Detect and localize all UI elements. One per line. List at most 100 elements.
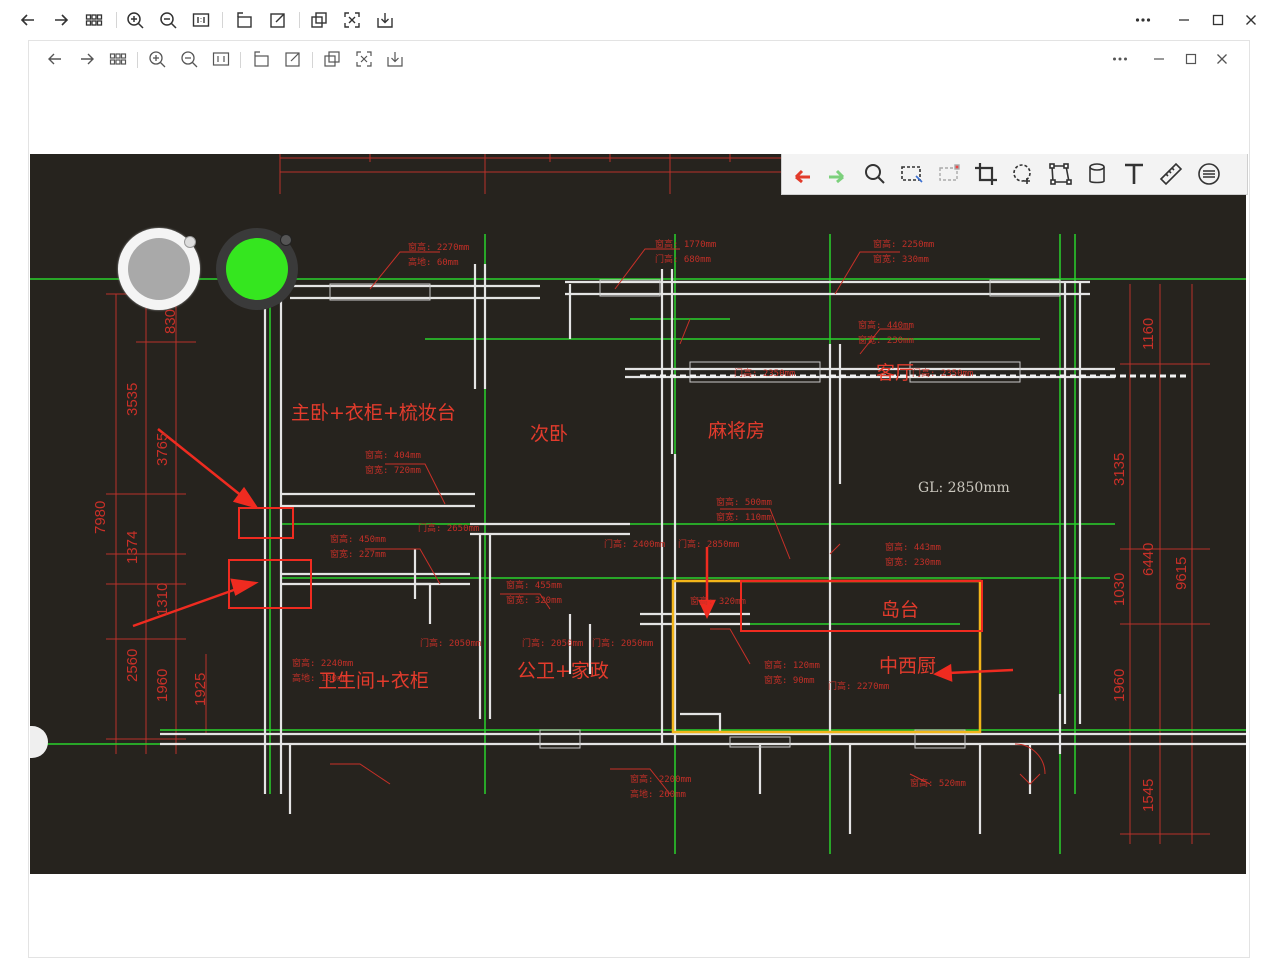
transform-icon[interactable]	[1041, 154, 1078, 194]
crop-icon[interactable]	[967, 154, 1004, 194]
zoom-in-icon[interactable]	[144, 46, 170, 72]
undo-icon[interactable]	[782, 154, 819, 194]
dimension-label: 3135	[1111, 452, 1128, 486]
edit-icon[interactable]	[265, 7, 291, 33]
ceiling-height-label: GL: 2850mm	[918, 480, 1010, 496]
separator	[240, 52, 241, 68]
room-label-living-room: 客厅	[876, 362, 915, 384]
close-icon[interactable]	[1238, 7, 1264, 33]
cad-note: 门高: 2050mm	[592, 639, 654, 649]
zoom-out-icon[interactable]	[155, 7, 181, 33]
grid-icon[interactable]	[105, 46, 131, 72]
dimension-label: 1030	[1111, 572, 1128, 606]
cad-note: 窗高: 404mm	[365, 451, 421, 461]
maximize-icon[interactable]	[1205, 7, 1231, 33]
dimension-label: 1374	[124, 530, 141, 564]
cad-note: 门高: 2850mm	[678, 540, 740, 550]
grey-knob[interactable]	[118, 228, 200, 310]
dimension-label: 830	[162, 308, 179, 334]
floorplan-drawing	[30, 154, 1246, 854]
close-icon[interactable]	[1209, 46, 1235, 72]
copy-icon[interactable]	[306, 7, 332, 33]
separator	[312, 52, 313, 68]
floorplan-viewport[interactable]: 窗高: 2270mm 高地: 60mm 窗高: 1770mm 门高: 680mm…	[30, 154, 1246, 874]
cad-note: 窗高: 440mm	[858, 321, 914, 331]
dimension-label: 2560	[124, 648, 141, 682]
edit-icon[interactable]	[280, 46, 306, 72]
back-icon[interactable]	[15, 7, 41, 33]
ruler-icon[interactable]	[1152, 154, 1189, 194]
cad-note: 窗宽: 330mm	[873, 255, 929, 265]
room-label-island: 岛台	[881, 599, 920, 621]
room-label-kitchen: 中西厨	[879, 655, 937, 677]
dimension-label: 1310	[154, 582, 171, 616]
cad-note: 窗高: 2200mm	[630, 775, 692, 785]
cad-note: 门高: 2050mm	[522, 639, 584, 649]
room-label-second-bedroom: 次卧	[530, 423, 569, 445]
minimize-icon[interactable]	[1171, 7, 1197, 33]
fit-icon[interactable]	[339, 7, 365, 33]
cad-note: 窗高: 450mm	[330, 535, 386, 545]
dimension-label: 1545	[1140, 778, 1157, 812]
back-icon[interactable]	[42, 46, 68, 72]
separator	[222, 12, 223, 28]
cad-note: 窗宽: 230mm	[885, 558, 941, 568]
cad-note: 窗宽: 227mm	[330, 550, 386, 560]
rotate-icon[interactable]	[231, 7, 257, 33]
actual-size-icon[interactable]	[208, 46, 234, 72]
grid-icon[interactable]	[81, 7, 107, 33]
cad-note: 门高: 2350mm	[912, 369, 974, 379]
outer-toolbar	[0, 0, 1280, 40]
fit-icon[interactable]	[351, 46, 377, 72]
cad-note: 门高: 2650mm	[418, 524, 480, 534]
room-label-mahjong-room: 麻将房	[708, 420, 766, 442]
more-icon[interactable]	[1130, 7, 1156, 33]
dimension-label: 3535	[124, 382, 141, 416]
zoom-out-icon[interactable]	[176, 46, 202, 72]
cad-note: 窗高: 120mm	[764, 661, 820, 671]
forward-icon[interactable]	[48, 7, 74, 33]
cad-note: 窗高: 520mm	[910, 779, 966, 789]
dimension-label: 7980	[92, 500, 109, 534]
cad-note: 窗宽: 90mm	[764, 676, 815, 686]
rotate-icon[interactable]	[248, 46, 274, 72]
more-icon[interactable]	[1107, 46, 1133, 72]
actual-size-icon[interactable]	[188, 7, 214, 33]
cad-note: 门高: 2270mm	[828, 682, 890, 692]
save-icon[interactable]	[372, 7, 398, 33]
cad-note: 高地: 260mm	[630, 790, 686, 800]
dimension-label: 9615	[1173, 556, 1190, 590]
save-icon[interactable]	[382, 46, 408, 72]
maximize-icon[interactable]	[1178, 46, 1204, 72]
dimension-label: 1960	[1111, 668, 1128, 702]
forward-icon[interactable]	[74, 46, 100, 72]
inner-toolbar	[30, 42, 1246, 78]
cylinder-icon[interactable]	[1078, 154, 1115, 194]
knob-pin-icon	[280, 234, 292, 246]
grey-knob-face	[128, 238, 190, 300]
cad-note: 窗高: 1770mm	[655, 240, 717, 250]
room-label-bathroom: 卫生间+衣柜	[318, 670, 429, 692]
room-label-master-bedroom: 主卧+衣柜+梳妆台	[291, 402, 456, 424]
cad-note: 窗宽: 320mm	[506, 596, 562, 606]
annotation-toolbar	[781, 154, 1248, 195]
cad-note: 高地: 60mm	[408, 258, 459, 268]
search-icon[interactable]	[856, 154, 893, 194]
separator	[137, 52, 138, 68]
cad-note: 窗宽: 110mm	[716, 513, 772, 523]
cad-note: 窗宽: 230mm	[858, 336, 914, 346]
lasso-icon[interactable]	[1004, 154, 1041, 194]
more-icon[interactable]	[1189, 154, 1226, 194]
text-icon[interactable]	[1115, 154, 1152, 194]
zoom-in-icon[interactable]	[122, 7, 148, 33]
minimize-icon[interactable]	[1146, 46, 1172, 72]
cad-note: 窗高: 320mm	[690, 597, 746, 607]
region-icon[interactable]	[930, 154, 967, 194]
cad-note: 窗高: 500mm	[716, 498, 772, 508]
green-knob[interactable]	[216, 228, 298, 310]
cad-note: 窗高: 455mm	[506, 581, 562, 591]
copy-icon[interactable]	[319, 46, 345, 72]
rect-select-icon[interactable]	[893, 154, 930, 194]
redo-icon[interactable]	[819, 154, 856, 194]
dimension-label: 1160	[1140, 317, 1157, 350]
